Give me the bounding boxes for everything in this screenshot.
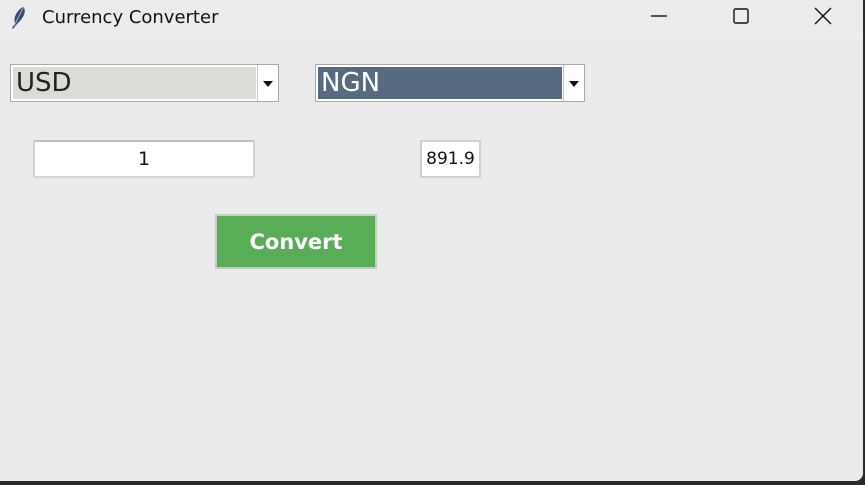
from-currency-value[interactable]: USD	[13, 67, 256, 99]
app-window: Currency Converter USD NGN 1 891.9 Conve…	[0, 0, 863, 481]
to-currency-dropdown[interactable]: NGN	[315, 64, 585, 102]
convert-button[interactable]: Convert	[215, 214, 377, 269]
amount-input[interactable]	[33, 140, 255, 178]
convert-button-label: Convert	[249, 229, 343, 254]
title-bar[interactable]: Currency Converter	[0, 0, 863, 38]
window-title: Currency Converter	[42, 7, 219, 28]
caret-down-icon	[569, 74, 579, 92]
maximize-button[interactable]	[711, 0, 771, 36]
converted-amount: 891.9	[420, 140, 481, 178]
close-button[interactable]	[793, 0, 853, 36]
close-icon	[814, 7, 832, 30]
maximize-icon	[732, 7, 750, 30]
to-currency-arrow-button[interactable]	[563, 65, 584, 101]
from-currency-arrow-button[interactable]	[257, 65, 278, 101]
feather-icon	[9, 6, 29, 30]
from-currency-dropdown[interactable]: USD	[10, 64, 279, 102]
to-currency-value[interactable]: NGN	[318, 67, 562, 99]
caret-down-icon	[263, 74, 273, 92]
minimize-icon	[650, 7, 668, 30]
minimize-button[interactable]	[629, 0, 689, 36]
